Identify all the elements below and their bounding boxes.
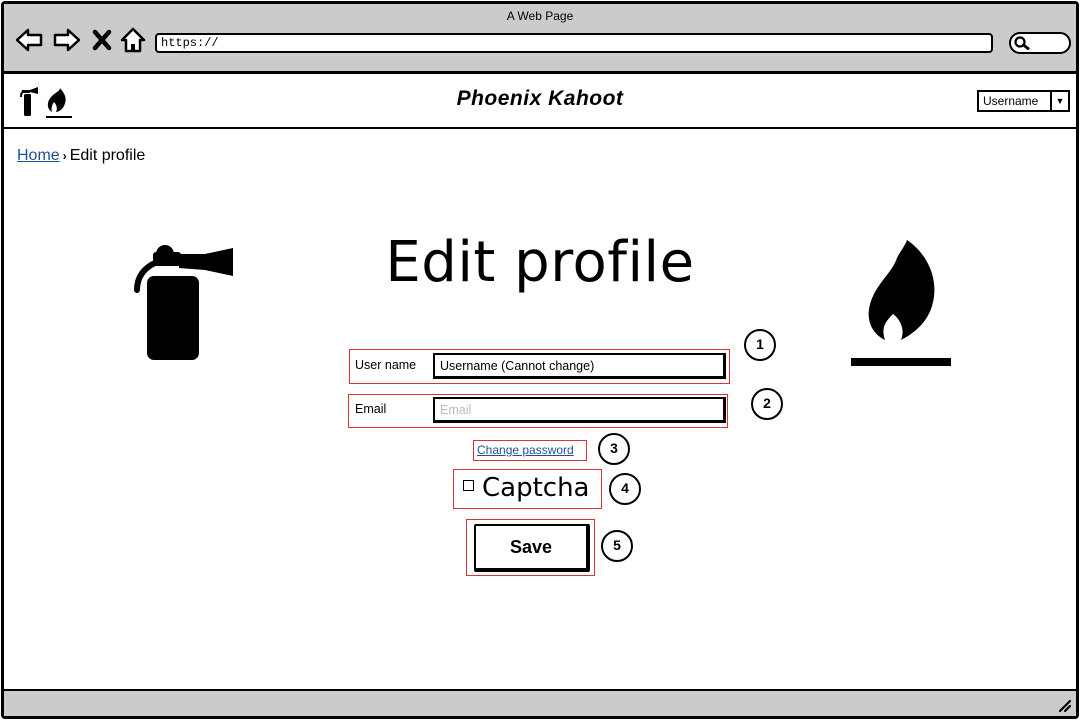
chevron-down-icon: ▼ <box>1050 92 1068 110</box>
home-icon[interactable] <box>118 26 148 54</box>
breadcrumb: Home › Edit profile <box>17 147 145 165</box>
browser-search[interactable] <box>1009 32 1071 54</box>
captcha-checkbox[interactable]: Captcha <box>463 473 590 503</box>
annotation-badge: 5 <box>601 530 633 562</box>
username-field[interactable] <box>433 353 726 379</box>
browser-window: A Web Page https:// Phoenix Kahoot Usern… <box>1 1 1079 719</box>
checkbox-icon <box>463 480 474 491</box>
breadcrumb-home-link[interactable]: Home <box>17 147 60 164</box>
phoenix-logo-icon[interactable] <box>18 84 74 120</box>
app-header: Phoenix Kahoot Username ▼ <box>4 74 1076 129</box>
breadcrumb-current: Edit profile <box>69 147 146 164</box>
url-bar[interactable]: https:// <box>155 33 993 53</box>
window-title: A Web Page <box>506 9 574 23</box>
user-dropdown-label: Username <box>983 94 1039 108</box>
annotation-badge: 1 <box>744 329 776 361</box>
annotation-badge: 3 <box>598 433 630 465</box>
fire-extinguisher-icon <box>134 245 233 360</box>
forward-icon[interactable] <box>52 26 82 54</box>
save-button[interactable]: Save <box>474 524 590 572</box>
change-password-link[interactable]: Change password <box>477 443 574 457</box>
annotation-badge: 4 <box>609 473 641 505</box>
search-icon <box>1014 36 1030 50</box>
app-title: Phoenix Kahoot <box>456 87 624 110</box>
username-label: User name <box>355 358 417 372</box>
browser-chrome: A Web Page https:// <box>4 4 1076 74</box>
stop-icon[interactable] <box>90 26 114 54</box>
captcha-label: Captcha <box>482 473 590 503</box>
back-icon[interactable] <box>14 26 44 54</box>
user-dropdown[interactable]: Username ▼ <box>977 90 1070 112</box>
annotation-badge: 2 <box>751 388 783 420</box>
email-field[interactable] <box>433 397 726 423</box>
status-bar <box>4 689 1076 716</box>
email-label: Email <box>355 402 387 416</box>
chevron-right-icon: › <box>62 149 67 163</box>
resize-grip-icon[interactable] <box>1056 697 1072 713</box>
flame-icon <box>851 240 951 366</box>
